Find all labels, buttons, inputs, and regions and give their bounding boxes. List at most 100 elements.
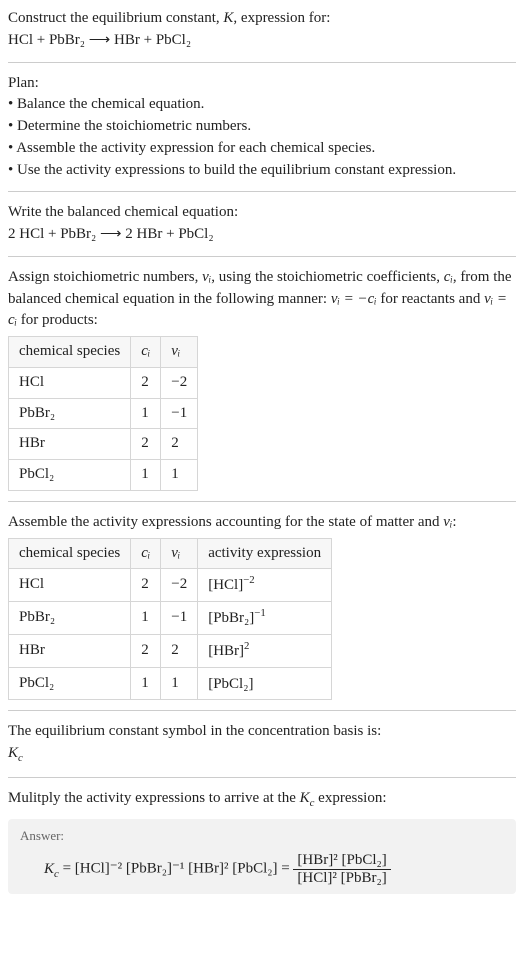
table-row: PbBr₂ 1 −1 [PbBr₂]−1 (9, 602, 332, 635)
cell-ci: 2 (131, 634, 161, 667)
divider (8, 501, 516, 502)
cell-species: PbBr₂ (9, 398, 131, 429)
table-header-row: chemical species cᵢ νᵢ activity expressi… (9, 538, 332, 569)
divider (8, 710, 516, 711)
activity-exp: −1 (254, 607, 266, 619)
activity-base: [PbCl₂] (208, 676, 253, 692)
col-nui: νᵢ (161, 337, 198, 368)
plan-item-text: Determine the stoichiometric numbers. (17, 118, 251, 134)
assign-text: for products: (17, 312, 98, 328)
kc-symbol: Kc (8, 743, 516, 767)
cell-ci: 2 (131, 429, 161, 460)
cell-ci: 2 (131, 569, 161, 602)
mult-text: Mulitply the activity expressions to arr… (8, 790, 300, 806)
nu-symbol: νᵢ (202, 269, 211, 285)
cell-activity: [HBr]2 (198, 634, 332, 667)
plan-item: • Balance the chemical equation. (8, 94, 516, 116)
table-activity-expressions: chemical species cᵢ νᵢ activity expressi… (8, 538, 332, 701)
answer-label: Answer: (20, 827, 504, 846)
answer-expression: Kc = [HCl]⁻² [PbBr₂]⁻¹ [HBr]² [PbCl₂] = … (20, 852, 504, 886)
nu-symbol: νᵢ (443, 514, 452, 530)
plan-title: Plan: (8, 73, 516, 95)
plan-item-text: Use the activity expressions to build th… (17, 162, 456, 178)
cell-nui: −2 (161, 367, 198, 398)
cell-species: PbBr₂ (9, 602, 131, 635)
k-letter: K (8, 745, 18, 761)
cell-species: HBr (9, 634, 131, 667)
multiply-block: Mulitply the activity expressions to arr… (8, 788, 516, 894)
relation-1: νᵢ = −cᵢ (331, 291, 377, 307)
cell-ci: 1 (131, 398, 161, 429)
activity-exp: 2 (244, 640, 249, 652)
col-activity: activity expression (198, 538, 332, 569)
k-sub: c (18, 752, 23, 764)
cell-activity: [PbCl₂] (198, 667, 332, 700)
balanced-block: Write the balanced chemical equation: 2 … (8, 202, 516, 246)
plan-item: • Use the activity expressions to build … (8, 160, 516, 182)
assign-text: Assign stoichiometric numbers, (8, 269, 202, 285)
assemble-text: Assemble the activity expressions accoun… (8, 514, 443, 530)
k-letter: K (44, 861, 54, 877)
divider (8, 777, 516, 778)
divider (8, 191, 516, 192)
table-row: HCl 2 −2 (9, 367, 198, 398)
col-nui: νᵢ (161, 538, 198, 569)
cell-activity: [PbBr₂]−1 (198, 602, 332, 635)
table-row: HBr 2 2 [HBr]2 (9, 634, 332, 667)
kc-symbol: Kc (44, 861, 59, 877)
cell-nui: 2 (161, 429, 198, 460)
col-species: chemical species (9, 538, 131, 569)
unbalanced-equation: HCl + PbBr₂ ⟶ HBr + PbCl₂ (8, 32, 191, 48)
activity-base: [HCl] (208, 577, 243, 593)
cell-nui: −2 (161, 569, 198, 602)
balanced-title: Write the balanced chemical equation: (8, 202, 516, 224)
table-row: HBr 2 2 (9, 429, 198, 460)
cell-activity: [HCl]−2 (198, 569, 332, 602)
answer-box: Answer: Kc = [HCl]⁻² [PbBr₂]⁻¹ [HBr]² [P… (8, 819, 516, 894)
table-row: PbCl₂ 1 1 [PbCl₂] (9, 667, 332, 700)
cell-nui: 1 (161, 667, 198, 700)
cell-species: PbCl₂ (9, 667, 131, 700)
assemble-text: : (452, 514, 456, 530)
cell-ci: 1 (131, 602, 161, 635)
col-species: chemical species (9, 337, 131, 368)
table-row: PbCl₂ 1 1 (9, 460, 198, 491)
cell-ci: 1 (131, 667, 161, 700)
divider (8, 62, 516, 63)
assign-text: for reactants and (377, 291, 484, 307)
col-ci: cᵢ (131, 538, 161, 569)
table-header-row: chemical species cᵢ νᵢ (9, 337, 198, 368)
mult-text: expression: (314, 790, 386, 806)
table-row: PbBr₂ 1 −1 (9, 398, 198, 429)
plan-item: • Assemble the activity expression for e… (8, 138, 516, 160)
kc-symbol: Kc (300, 790, 315, 806)
answer-prod: = [HCl]⁻² [PbBr₂]⁻¹ [HBr]² [PbCl₂] = (59, 861, 294, 877)
col-ci: cᵢ (131, 337, 161, 368)
intro-text-b: , expression for: (233, 10, 330, 26)
cell-nui: −1 (161, 602, 198, 635)
cell-nui: 2 (161, 634, 198, 667)
ci-symbol: cᵢ (444, 269, 453, 285)
cell-species: PbCl₂ (9, 460, 131, 491)
activity-base: [HBr] (208, 643, 244, 659)
cell-ci: 1 (131, 460, 161, 491)
fraction-denominator: [HCl]² [PbBr₂] (293, 870, 390, 887)
activity-exp: −2 (243, 574, 255, 586)
table-row: HCl 2 −2 [HCl]−2 (9, 569, 332, 602)
activity-base: [PbBr₂] (208, 610, 254, 626)
k-letter: K (300, 790, 310, 806)
eqconst-block: The equilibrium constant symbol in the c… (8, 721, 516, 766)
balanced-equation: 2 HCl + PbBr₂ ⟶ 2 HBr + PbCl₂ (8, 224, 516, 246)
assign-text: , using the stoichiometric coefficients, (211, 269, 444, 285)
divider (8, 256, 516, 257)
cell-species: HCl (9, 569, 131, 602)
plan-block: Plan: • Balance the chemical equation. •… (8, 73, 516, 182)
plan-item-text: Assemble the activity expression for eac… (16, 140, 375, 156)
fraction-numerator: [HBr]² [PbCl₂] (293, 852, 390, 870)
cell-nui: −1 (161, 398, 198, 429)
cell-species: HCl (9, 367, 131, 398)
table-stoichiometric-numbers: chemical species cᵢ νᵢ HCl 2 −2 PbBr₂ 1 … (8, 336, 198, 491)
k-symbol: K (223, 10, 233, 26)
cell-nui: 1 (161, 460, 198, 491)
plan-item: • Determine the stoichiometric numbers. (8, 116, 516, 138)
